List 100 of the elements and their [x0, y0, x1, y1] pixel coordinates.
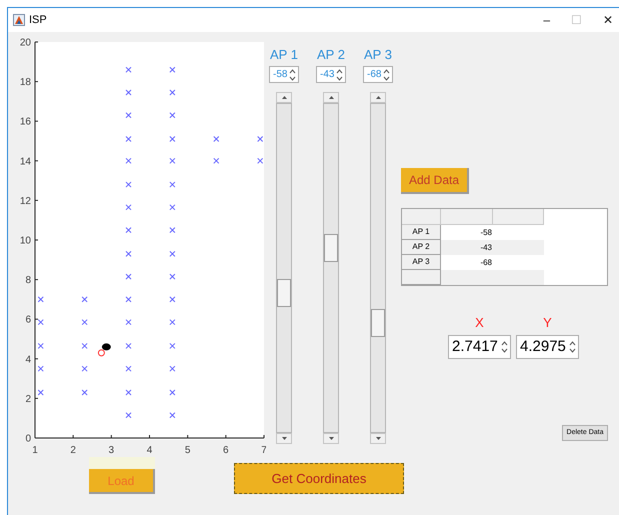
data-point — [169, 296, 176, 302]
window-control[interactable]: – — [543, 11, 550, 29]
data-point — [38, 319, 44, 326]
data-point — [126, 227, 132, 234]
up-caret-icon[interactable] — [336, 68, 343, 74]
down-caret-icon[interactable] — [289, 76, 296, 80]
scroll-up-button[interactable] — [323, 92, 339, 103]
up-arrow-icon — [282, 96, 286, 99]
data-point — [82, 366, 88, 372]
y-tick-label: 20 — [20, 38, 31, 48]
data-point — [126, 366, 132, 372]
data-point — [169, 204, 176, 210]
slider-thumb[interactable] — [277, 279, 291, 308]
value-spinner[interactable]: -58 — [269, 66, 299, 83]
window-control[interactable]: ✕ — [603, 11, 613, 29]
coordinate-spinner[interactable]: 2.7417 — [448, 335, 511, 359]
down-arrow-icon — [282, 437, 286, 440]
add-data-button[interactable]: Add Data — [401, 168, 469, 194]
slider-thumb[interactable] — [371, 309, 385, 338]
value-spinner[interactable]: -68 — [363, 66, 393, 83]
data-point — [169, 112, 176, 118]
access-point-label: AP 1 — [270, 48, 298, 62]
down-caret-icon[interactable] — [383, 76, 390, 80]
data-point — [169, 182, 176, 188]
y-tick-label: 8 — [25, 275, 31, 286]
row-header: AP 3 — [402, 255, 441, 270]
y-tick-label: 4 — [25, 354, 31, 366]
access-point-label: AP 2 — [317, 48, 345, 62]
corner-header — [402, 209, 441, 226]
coordinate-spinner[interactable]: 4.2975 — [516, 335, 579, 359]
down-arrow-icon — [328, 437, 334, 440]
data-point — [126, 319, 132, 326]
y-tick-label: 0 — [25, 434, 31, 444]
scroll-up-button[interactable] — [276, 92, 292, 103]
data-point — [126, 66, 132, 73]
data-point — [38, 296, 44, 302]
scroll-up-button[interactable] — [370, 92, 386, 103]
x-tick-label: 3 — [108, 445, 114, 456]
scroll-down-button[interactable] — [323, 433, 339, 444]
y-tick-label: 10 — [20, 236, 31, 246]
data-point — [38, 366, 44, 372]
button-highlight — [89, 457, 155, 469]
data-point — [169, 274, 176, 280]
app-icon — [13, 14, 25, 26]
x-tick-label: 2 — [70, 445, 76, 456]
x-tick-label: 4 — [146, 445, 152, 456]
data-point — [257, 136, 264, 142]
up-arrow-icon — [376, 96, 380, 99]
coordinate-label: X — [475, 316, 484, 330]
data-point — [169, 136, 176, 142]
data-point — [169, 250, 176, 257]
data-point — [213, 158, 220, 164]
get-coordinates-button[interactable]: Get Coordinates — [234, 463, 404, 494]
data-point — [126, 342, 132, 349]
data-point — [126, 136, 132, 142]
data-point — [126, 250, 132, 257]
data-point — [82, 389, 88, 396]
down-caret-icon[interactable] — [501, 348, 508, 353]
slider-thumb[interactable] — [324, 234, 338, 262]
data-point — [257, 158, 264, 164]
data-point — [126, 158, 132, 164]
y-tick-label: 12 — [20, 196, 31, 207]
data-point — [38, 342, 44, 349]
up-caret-icon[interactable] — [289, 68, 296, 74]
y-tick-label: 16 — [20, 116, 31, 128]
value-spinner[interactable]: -43 — [316, 66, 346, 83]
data-point — [82, 342, 88, 349]
row-header: AP 2 — [402, 240, 441, 256]
x-tick-label: 6 — [223, 445, 229, 456]
up-caret-icon[interactable] — [569, 341, 576, 346]
x-tick-label: 7 — [261, 445, 266, 456]
data-point — [169, 366, 176, 372]
data-point — [169, 90, 176, 96]
y-tick-label: 2 — [25, 394, 31, 405]
up-caret-icon[interactable] — [501, 341, 508, 346]
data-point — [126, 296, 132, 302]
up-caret-icon[interactable] — [383, 68, 390, 74]
data-point — [169, 227, 176, 234]
data-point — [213, 136, 220, 142]
table-cell: -43 — [441, 240, 493, 256]
access-point-label: AP 3 — [364, 48, 392, 62]
down-arrow-icon — [376, 437, 380, 440]
data-point — [169, 389, 176, 396]
row-header: AP 1 — [402, 225, 441, 240]
data-point — [126, 112, 132, 118]
data-point — [82, 296, 88, 302]
window-control[interactable]: ☐ — [571, 11, 582, 29]
x-tick-label: 1 — [32, 445, 38, 456]
data-point — [82, 319, 88, 326]
data-point — [126, 274, 132, 280]
down-caret-icon[interactable] — [336, 76, 343, 80]
data-point — [169, 158, 176, 164]
data-point — [126, 90, 132, 96]
scroll-down-button[interactable] — [370, 433, 386, 444]
data-point — [169, 412, 176, 418]
scroll-down-button[interactable] — [276, 433, 292, 444]
window-title: ISP — [29, 12, 47, 28]
data-point — [169, 66, 176, 73]
y-tick-label: 18 — [20, 77, 31, 88]
down-caret-icon[interactable] — [569, 348, 576, 353]
